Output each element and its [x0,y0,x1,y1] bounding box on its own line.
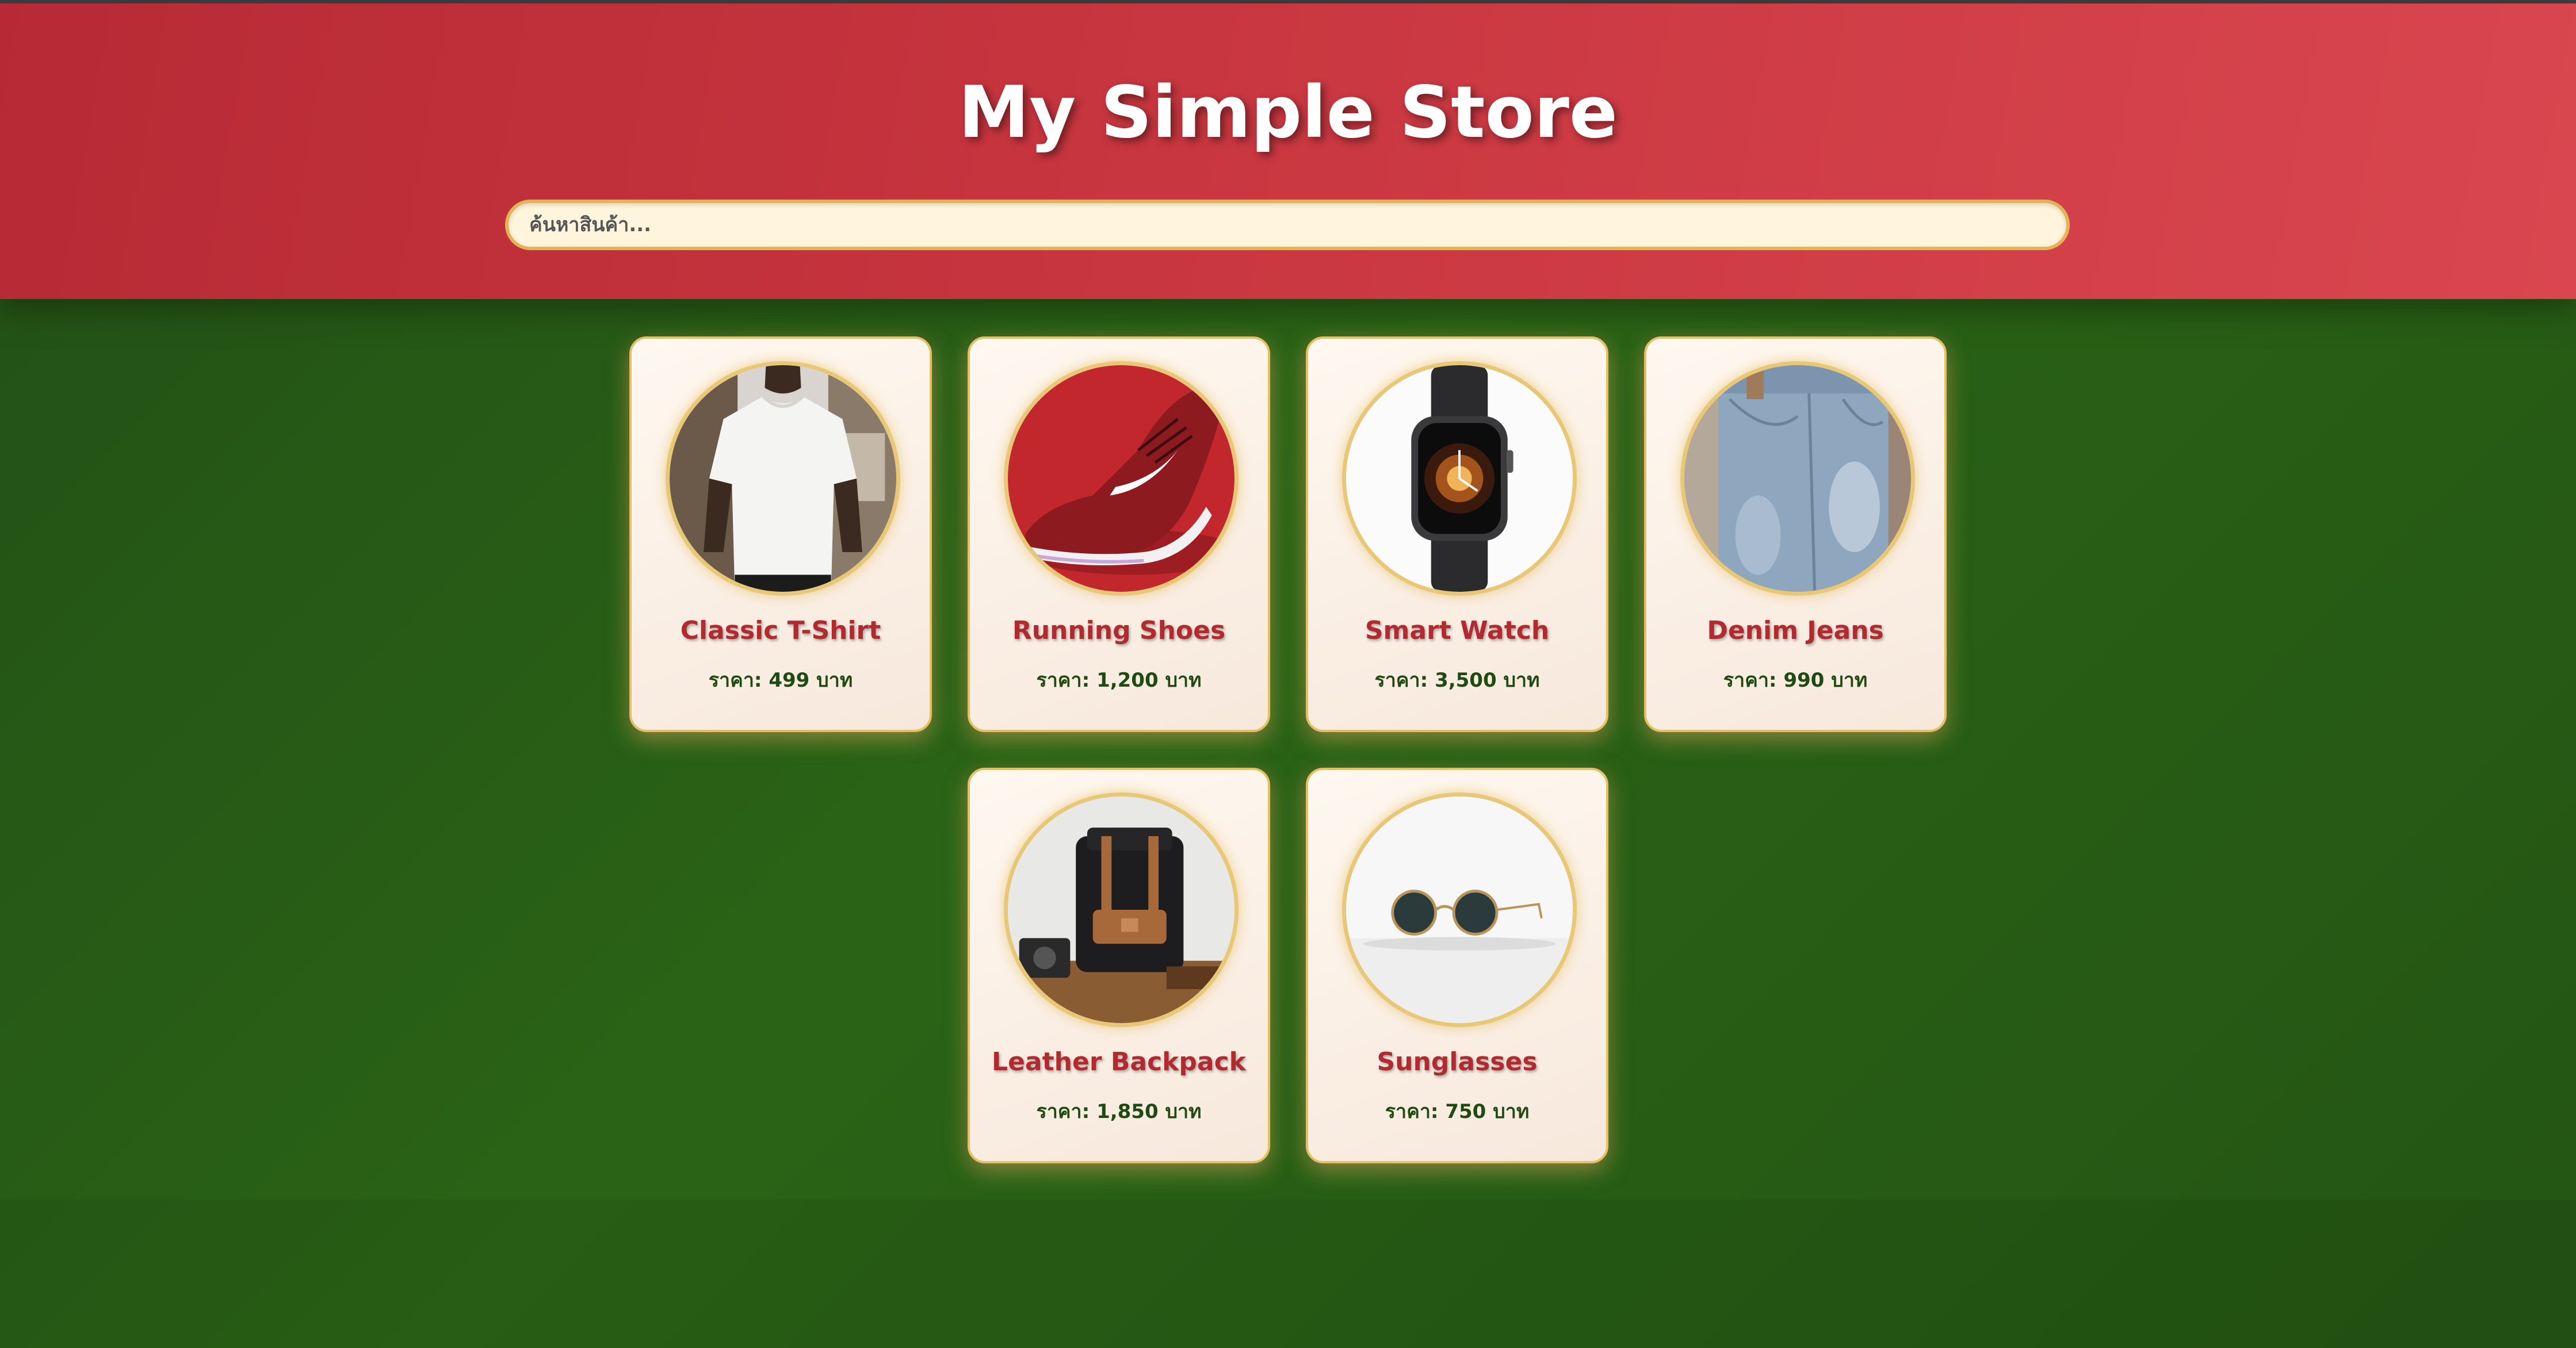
product-image [1342,361,1577,596]
product-card[interactable]: Sunglasses ราคา: 750 บาท [1306,768,1608,1163]
jeans-image [1684,365,1911,592]
product-name: Classic T-Shirt [680,616,881,645]
product-image [1680,361,1915,596]
product-image [1004,792,1239,1027]
product-name: Running Shoes [1012,616,1226,645]
product-price: ราคา: 750 บาท [1385,1100,1530,1123]
product-card[interactable]: Denim Jeans ราคา: 990 บาท [1644,336,1947,732]
product-image [1342,792,1577,1027]
product-card[interactable]: Smart Watch ราคา: 3,500 บาท [1306,336,1608,732]
product-card[interactable]: Classic T-Shirt ราคา: 499 บาท [629,336,932,732]
product-image [1004,361,1239,596]
product-price: ราคา: 499 บาท [708,669,853,692]
product-image [666,361,900,596]
page-bottom-band [0,1200,2576,1348]
product-name: Sunglasses [1377,1047,1538,1077]
product-price: ราคา: 3,500 บาท [1374,669,1540,692]
store-title: My Simple Store [958,71,1618,154]
product-name: Smart Watch [1365,616,1550,645]
product-price: ราคา: 1,850 บาท [1036,1100,1202,1123]
watch-image [1346,365,1573,592]
product-price: ราคา: 990 บาท [1723,669,1868,692]
sunglasses-image [1346,796,1573,1023]
search-input[interactable] [505,200,2070,250]
product-price: ราคา: 1,200 บาท [1036,669,1202,692]
store-header: My Simple Store [0,3,2576,299]
tshirt-image [670,365,896,592]
backpack-image [1008,796,1235,1023]
shoe-image [1008,365,1235,592]
product-name: Denim Jeans [1707,616,1884,645]
product-card[interactable]: Running Shoes ราคา: 1,200 บาท [968,336,1270,732]
product-card[interactable]: Leather Backpack ราคา: 1,850 บาท [968,768,1270,1163]
product-name: Leather Backpack [992,1047,1246,1077]
